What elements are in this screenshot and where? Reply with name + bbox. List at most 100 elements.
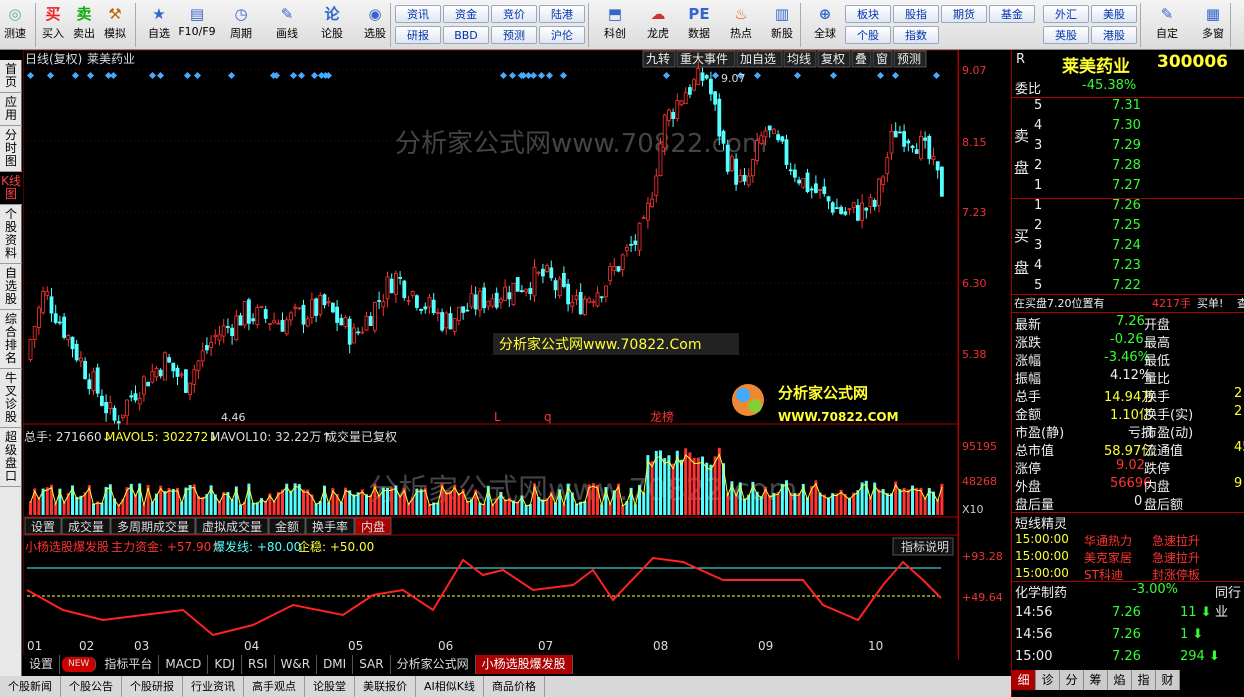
indicator-tab-3[interactable]: MACD [159, 655, 209, 674]
quick-btn-0[interactable]: 资讯 [395, 5, 441, 23]
toolbar-label-1: 买入 [42, 27, 64, 40]
toolbar-btn-1[interactable]: 买买入 [40, 0, 66, 41]
quote-cell: 涨跌 [1015, 336, 1042, 351]
quote-tab-0[interactable]: 细 [1012, 670, 1036, 690]
quote-row: 涨幅 -3.46% 最低 [1012, 350, 1244, 370]
indicator-tab-10[interactable]: 小杨选股爆发股 [475, 655, 573, 674]
quick-btn-19[interactable]: 美股 [1091, 5, 1137, 23]
quick-btn-4[interactable]: 研报 [395, 26, 441, 44]
left-nav-7[interactable]: 牛叉诊股 [0, 369, 22, 428]
kline-chart[interactable]: 日线(复权) 莱美药业 九转 重大事件 加自选 均线 复权叠窗预测 分析家公式网www.708… [22, 49, 959, 661]
toolbar-btn-9[interactable]: ◉ 选股 [356, 0, 394, 41]
news-tab-0[interactable]: 个股新闻 [0, 676, 61, 697]
quote-cell: 11 ⬇ [1180, 605, 1212, 620]
quote-tab-6[interactable]: 财 [1156, 670, 1180, 690]
toolbar-btn-5[interactable]: ▤ F10/F9 [178, 0, 216, 38]
quote-row: 市盈(静) 亏损 市盈(动) [1012, 422, 1244, 442]
quick-btn-17[interactable]: 基金 [989, 5, 1035, 23]
quick-btn-12[interactable]: 英股 [1043, 26, 1089, 44]
news-tab-6[interactable]: 美联报价 [355, 676, 416, 697]
toolbar-btn-6[interactable]: ◷ 周期 [222, 0, 260, 41]
svg-text:01: 01 [27, 639, 42, 653]
left-nav-0[interactable]: 首页 [0, 60, 22, 93]
indicator-tab-4[interactable]: KDJ [208, 655, 242, 674]
quick-btn-2[interactable]: 竞价 [491, 5, 537, 23]
news-tab-5[interactable]: 论股堂 [305, 676, 355, 697]
toolbar-btn-11[interactable]: ☁ 龙虎 [639, 0, 677, 41]
quote-cell: 1 [1034, 178, 1043, 193]
news-tab-2[interactable]: 个股研报 [122, 676, 183, 697]
quote-row: 15:00 7.26 294 ⬇ [1012, 649, 1244, 669]
indicator-tab-9[interactable]: 分析家公式网 [391, 655, 476, 674]
indicator-tab-7[interactable]: DMI [317, 655, 354, 674]
toolbar-btn-13[interactable]: ♨ 热点 [722, 0, 760, 41]
quick-btn-16[interactable]: 期货 [941, 5, 987, 23]
toolbar-btn-3[interactable]: ⚒ 模拟 [102, 0, 128, 41]
quote-tab-3[interactable]: 筹 [1084, 670, 1108, 690]
svg-text:预测: 预测 [897, 52, 921, 66]
indicator-tab-8[interactable]: SAR [353, 655, 391, 674]
quick-btn-3[interactable]: 陆港 [539, 5, 585, 23]
quote-tab-2[interactable]: 分 [1060, 670, 1084, 690]
quick-btn-6[interactable]: 预测 [491, 26, 537, 44]
svg-text:多周期成交量: 多周期成交量 [117, 519, 189, 534]
left-nav-6[interactable]: 综合排名 [0, 310, 22, 369]
quote-cell: 外盘 [1015, 480, 1042, 495]
quote-cell: 涨幅 [1015, 354, 1042, 369]
news-tab-4[interactable]: 高手观点 [244, 676, 305, 697]
indicator-tab-5[interactable]: RSI [242, 655, 275, 674]
news-tab-7[interactable]: AI相似K线 [416, 676, 484, 697]
quick-btn-1[interactable]: 资金 [443, 5, 489, 23]
toolbar-btn-0[interactable]: ◎ 测速 [2, 0, 28, 41]
indicator-tab-1[interactable]: NEW [62, 657, 97, 672]
quote-tab-4[interactable]: 焰 [1108, 670, 1132, 690]
left-nav-1[interactable]: 应用 [0, 93, 22, 126]
toolbar-btn-14[interactable]: ▥ 新股 [763, 0, 801, 41]
quick-btn-15[interactable]: 指数 [893, 26, 939, 44]
quote-row: 2 7.28 [1012, 158, 1244, 178]
toolbar-btn-16[interactable]: ✎ 自定 [1148, 0, 1186, 41]
quick-btn-9[interactable]: 股指 [893, 5, 939, 23]
quick-btn-13[interactable]: 港股 [1091, 26, 1137, 44]
news-tab-8[interactable]: 商品价格 [484, 676, 545, 697]
svg-text:窗: 窗 [876, 52, 888, 66]
quick-btn-5[interactable]: BBD [443, 26, 489, 44]
toolbar-btn-17[interactable]: ▦ 多窗 [1194, 0, 1232, 41]
indicator-tab-2[interactable]: 指标平台 [98, 655, 160, 674]
quote-cell: 金额 [1015, 408, 1042, 423]
news-tab-3[interactable]: 行业资讯 [183, 676, 244, 697]
toolbar-btn-4[interactable]: ★ 自选 [140, 0, 178, 41]
toolbar-label-11: 龙虎 [647, 27, 669, 40]
svg-text:9.07: 9.07 [721, 72, 746, 85]
quote-tabs: 细诊分筹焰指财 [1012, 670, 1244, 690]
news-tabs: 个股新闻 个股公告 个股研报 行业资讯 高手观点 论股堂 美联报价 AI相似K线 商品价格 [0, 676, 1011, 697]
toolbar-btn-7[interactable]: ✎ 画线 [268, 0, 306, 41]
left-nav-5[interactable]: 自选股 [0, 264, 22, 310]
quote-tab-1[interactable]: 诊 [1036, 670, 1060, 690]
left-nav-8[interactable]: 超级盘口 [0, 428, 22, 487]
toolbar-btn-2[interactable]: 卖卖出 [71, 0, 97, 41]
toolbar-btn-15[interactable]: ⊕ 全球 [806, 0, 844, 41]
toolbar-btn-12[interactable]: PE 数据 [680, 0, 718, 41]
toolbar-btn-10[interactable]: ⬒ 科创 [596, 0, 634, 41]
toolbar-label-5: F10/F9 [178, 25, 216, 38]
quote-cell: 4217手 [1152, 297, 1191, 310]
left-nav-4[interactable]: 个股资料 [0, 205, 22, 264]
news-tab-1[interactable]: 个股公告 [61, 676, 122, 697]
left-nav-3[interactable]: K线图 [0, 172, 22, 205]
quote-cell: R [1016, 52, 1026, 67]
toolbar-btn-8[interactable]: 论论股 [313, 0, 351, 41]
quick-btn-18[interactable]: 外汇 [1043, 5, 1089, 23]
indicator-tab-0[interactable]: 设置 [23, 655, 61, 674]
quote-cell: 换手 [1144, 390, 1171, 405]
indicator-tab-6[interactable]: W&R [275, 655, 318, 674]
svg-text:分析家公式网: 分析家公式网 [778, 384, 868, 402]
quick-btn-14[interactable]: 个股 [845, 26, 891, 44]
quote-tab-5[interactable]: 指 [1132, 670, 1156, 690]
quick-btn-8[interactable]: 板块 [845, 5, 891, 23]
svg-text:分析家公式网www.70822.com: 分析家公式网www.70822.com [395, 129, 767, 159]
toolbar-icon-14: ▥ [774, 5, 790, 23]
left-nav-2[interactable]: 分时图 [0, 126, 22, 172]
quick-btn-7[interactable]: 沪伦 [539, 26, 585, 44]
svg-text:03: 03 [134, 639, 149, 653]
